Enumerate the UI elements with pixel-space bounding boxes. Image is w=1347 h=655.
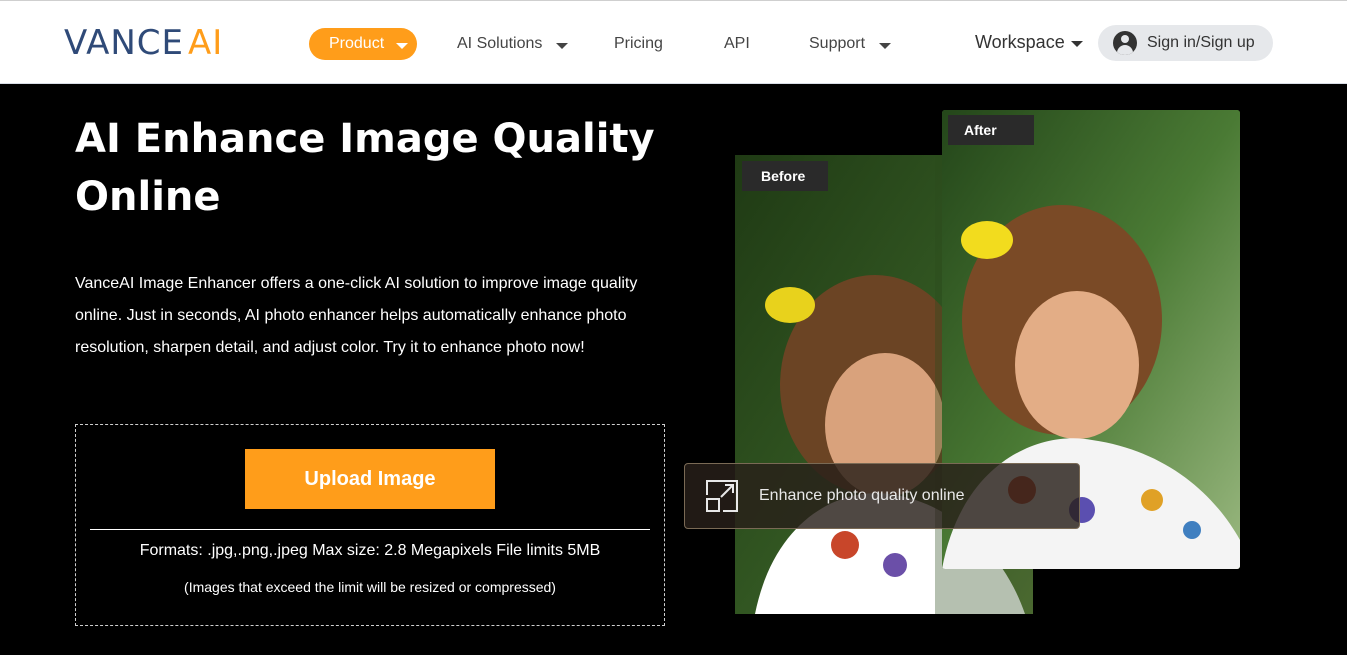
after-label: After <box>948 115 1034 145</box>
chevron-down-icon <box>1070 41 1083 47</box>
nav-api-label: API <box>724 35 750 52</box>
upload-image-button[interactable]: Upload Image <box>245 449 495 509</box>
upload-dropzone[interactable]: Upload Image Formats: .jpg,.png,.jpeg Ma… <box>75 424 665 626</box>
enhance-photo-label: Enhance photo quality online <box>759 487 965 504</box>
nav-api[interactable]: API <box>724 29 750 59</box>
upload-divider <box>90 529 650 530</box>
logo-text-ai: AI <box>188 23 224 63</box>
chevron-down-icon <box>879 43 892 49</box>
upload-limit-note: (Images that exceed the limit will be re… <box>184 579 556 595</box>
expand-icon <box>706 480 738 512</box>
signin-label: Sign in/Sign up <box>1147 34 1255 51</box>
upload-formats-text: Formats: .jpg,.png,.jpeg Max size: 2.8 M… <box>139 542 601 559</box>
nav-support-label: Support <box>809 35 866 52</box>
nav-pricing-label: Pricing <box>614 35 663 52</box>
user-icon <box>1113 31 1137 55</box>
signin-button[interactable]: Sign in/Sign up <box>1098 25 1273 61</box>
nav-workspace-label: Workspace <box>975 32 1065 52</box>
nav-ai-solutions-label: AI Solutions <box>457 35 543 52</box>
nav-workspace[interactable]: Workspace <box>975 27 1083 57</box>
chevron-down-icon <box>396 43 409 49</box>
before-label: Before <box>742 161 828 191</box>
chevron-down-icon <box>556 43 569 49</box>
logo-text-vance: VANCE <box>64 23 184 63</box>
nav-product-label: Product <box>329 35 385 52</box>
hero-description: VanceAI Image Enhancer offers a one-clic… <box>75 275 638 356</box>
nav-support[interactable]: Support <box>809 29 892 59</box>
page-title: AI Enhance Image Quality Online <box>75 116 655 220</box>
nav-product[interactable]: Product <box>309 28 417 60</box>
vanceai-logo[interactable]: VANCE AI <box>64 23 223 63</box>
enhance-photo-card[interactable]: Enhance photo quality online <box>684 463 1080 529</box>
site-header: VANCE AI Product AI Solutions Pricing API… <box>0 0 1347 84</box>
nav-ai-solutions[interactable]: AI Solutions <box>457 29 569 59</box>
nav-pricing[interactable]: Pricing <box>614 29 663 59</box>
